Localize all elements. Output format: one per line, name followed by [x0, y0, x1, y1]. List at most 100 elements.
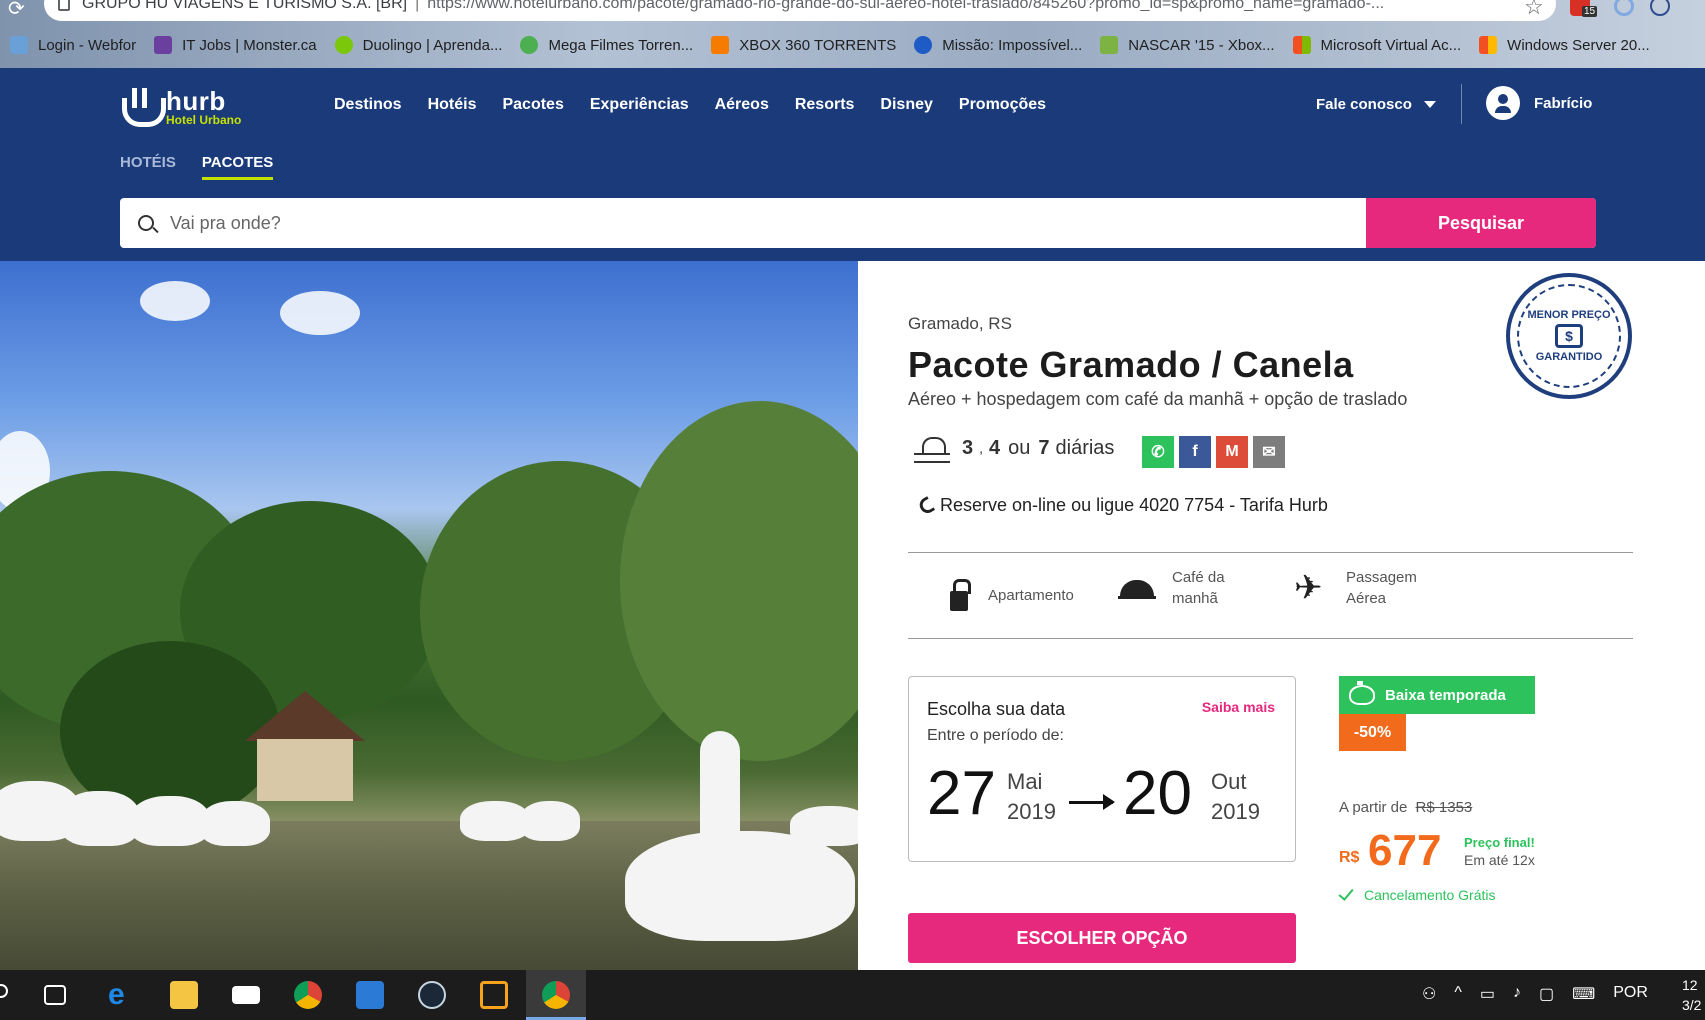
screen: ⟳ GRUPO HU VIAGENS E TURISMO S.A. [BR] |… — [0, 0, 1705, 1020]
photo-roof — [245, 691, 365, 741]
bookmark-xbox360[interactable]: XBOX 360 TORRENTS — [711, 36, 896, 54]
tab-hoteis[interactable]: HOTÉIS — [120, 154, 176, 180]
price-final-label: Preço final! — [1464, 835, 1535, 850]
avatar-icon — [1486, 86, 1520, 120]
people-icon[interactable]: ⚇ — [1422, 984, 1436, 1004]
bookmark-favicon — [154, 36, 173, 54]
low-season-label: Baixa temporada — [1385, 686, 1506, 704]
main-nav: Destinos Hotéis Pacotes Experiências Aér… — [334, 96, 1072, 114]
network-icon[interactable]: ▢ — [1539, 984, 1554, 1004]
feature-label-line: Café da — [1172, 569, 1225, 586]
photo-swan-boat — [130, 796, 210, 846]
price-from: A partir de R$ 1353 — [1339, 799, 1472, 816]
price-installments: Em até 12x — [1464, 852, 1535, 868]
feature-apartamento: Apartamento — [950, 579, 1074, 611]
photo-swan-boat — [520, 801, 580, 841]
gmail-icon[interactable]: M — [1216, 436, 1248, 468]
choose-option-button[interactable]: ESCOLHER OPÇÃO — [908, 913, 1296, 963]
price-currency: R$ — [1339, 849, 1360, 866]
search-input[interactable] — [170, 212, 1070, 234]
tab-pacotes[interactable]: PACOTES — [201, 154, 274, 180]
search-field[interactable] — [120, 198, 1366, 248]
bookmark-favicon — [334, 36, 353, 54]
system-tray: ⚇ ^ ▭ ♪ ▢ ⌨ POR — [1422, 984, 1666, 1004]
reload-icon[interactable]: ⟳ — [8, 0, 25, 21]
clock[interactable]: 12 3/2 — [1682, 976, 1701, 1015]
bookmark-nascar[interactable]: NASCAR '15 - Xbox... — [1100, 36, 1275, 54]
bookmark-missao[interactable]: Missão: Impossível... — [914, 36, 1082, 54]
end-day: 20 — [1123, 759, 1192, 828]
bookmark-monster[interactable]: IT Jobs | Monster.ca — [154, 36, 317, 54]
facebook-icon[interactable]: f — [1179, 436, 1211, 468]
taskbar: e ⚇ ^ ▭ ♪ ▢ ⌨ POR 12 3/2 — [0, 970, 1705, 1020]
search-bar: Pesquisar — [120, 198, 1596, 248]
price-from-label: A partir de — [1339, 799, 1408, 816]
start-month: Mai — [1007, 769, 1043, 794]
language-indicator[interactable]: POR — [1613, 984, 1648, 1004]
mail-icon[interactable] — [232, 986, 260, 1004]
photo-swan-boat-large — [625, 831, 855, 941]
keyboard-icon[interactable]: ⌨ — [1572, 984, 1595, 1004]
chrome-icon — [542, 981, 570, 1009]
clock-time: 12 — [1682, 977, 1698, 993]
nav-experiencias[interactable]: Experiências — [590, 96, 689, 114]
bookmark-windows-server[interactable]: Windows Server 20... — [1479, 36, 1650, 54]
url-text[interactable]: https://www.hotelurbano.com/pacote/grama… — [427, 0, 1384, 13]
bookmarks-bar: Login - Webfor IT Jobs | Monster.ca Duol… — [0, 30, 1705, 60]
sync-icon[interactable] — [1614, 0, 1634, 16]
date-period-label: Entre o período de: — [927, 727, 1064, 744]
bookmark-label: Missão: Impossível... — [942, 36, 1083, 54]
bookmark-label: Login - Webfor — [38, 36, 137, 54]
edge-icon[interactable]: e — [108, 980, 136, 1010]
react-devtools-icon[interactable] — [1650, 0, 1670, 16]
bookmark-duolingo[interactable]: Duolingo | Aprenda... — [334, 36, 502, 54]
bookmark-favicon — [10, 36, 28, 54]
bookmark-label: Windows Server 20... — [1507, 36, 1650, 54]
nav-pacotes[interactable]: Pacotes — [502, 96, 563, 114]
steam-icon[interactable] — [418, 981, 446, 1009]
date-card[interactable]: Escolha sua data Saiba mais Entre o perí… — [908, 676, 1296, 862]
volume-icon[interactable]: ♪ — [1513, 984, 1521, 1004]
feature-label-line: manhã — [1172, 590, 1218, 607]
nav-aereos[interactable]: Aéreos — [715, 96, 769, 114]
bookmark-star-icon[interactable]: ☆ — [1524, 0, 1544, 20]
chrome-icon[interactable] — [294, 981, 322, 1009]
bookmark-microsoft-va[interactable]: Microsoft Virtual Ac... — [1292, 36, 1461, 54]
nav-resorts[interactable]: Resorts — [795, 96, 855, 114]
product-panel: Gramado, RS Pacote Gramado / Canela Aére… — [858, 261, 1705, 970]
battery-icon[interactable]: ▭ — [1480, 984, 1495, 1004]
date-card-heading: Escolha sua data — [927, 699, 1066, 719]
brand-sub: Hotel Urbano — [166, 113, 242, 127]
search-button[interactable]: Pesquisar — [1366, 198, 1596, 248]
chevron-up-icon[interactable]: ^ — [1454, 984, 1462, 1004]
photo-cloud — [280, 291, 360, 335]
cortana-icon[interactable] — [0, 984, 8, 998]
user-menu[interactable]: Fabrício — [1486, 86, 1592, 120]
app-icon[interactable] — [480, 981, 508, 1009]
nav-disney[interactable]: Disney — [880, 96, 932, 114]
bookmark-favicon — [520, 36, 539, 54]
photo-swan-boat — [60, 791, 140, 846]
nav-destinos[interactable]: Destinos — [334, 96, 402, 114]
task-view-icon[interactable] — [44, 985, 66, 1005]
address-bar[interactable]: GRUPO HU VIAGENS E TURISMO S.A. [BR] | h… — [44, 0, 1556, 21]
seal-line-1: MENOR PREÇO — [1527, 308, 1611, 321]
file-explorer-icon[interactable] — [170, 981, 198, 1009]
best-price-seal: MENOR PREÇO $ GARANTIDO — [1506, 273, 1632, 399]
bookmark-mega-filmes[interactable]: Mega Filmes Torren... — [520, 36, 693, 54]
nights-or: ou — [1008, 436, 1031, 459]
email-icon[interactable]: ✉ — [1253, 436, 1285, 468]
divider — [908, 638, 1633, 639]
contact-dropdown[interactable]: Fale conosco — [1316, 96, 1436, 113]
nav-promocoes[interactable]: Promoções — [959, 96, 1046, 114]
bookmark-login-webfor[interactable]: Login - Webfor — [10, 36, 136, 54]
photo-swan-neck — [700, 731, 740, 851]
money-bag-icon: $ — [1555, 324, 1583, 348]
vscode-icon[interactable] — [356, 981, 384, 1009]
whatsapp-icon[interactable]: ✆ — [1142, 436, 1174, 468]
hurb-logo[interactable]: hurb Hotel Urbano — [120, 88, 242, 127]
learn-more-link[interactable]: Saiba mais — [1202, 699, 1275, 715]
bookmark-favicon — [711, 36, 730, 54]
active-chrome-button[interactable] — [526, 970, 586, 1020]
nav-hoteis[interactable]: Hotéis — [428, 96, 477, 114]
